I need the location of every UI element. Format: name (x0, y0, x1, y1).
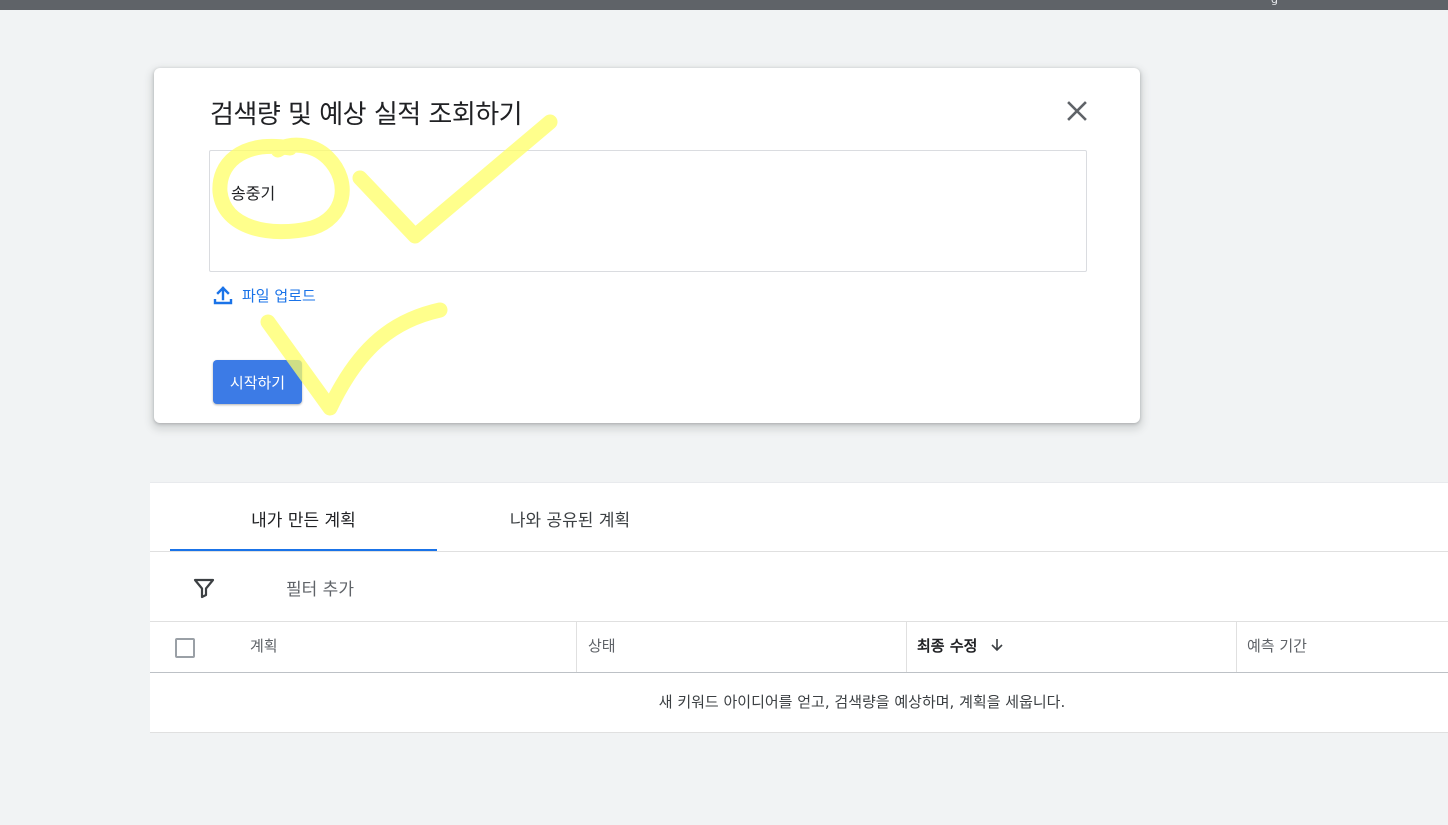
empty-table-message: 새 키워드 아이디어를 얻고, 검색량을 예상하며, 계획을 세웁니다. (658, 693, 1066, 711)
column-header-plan[interactable]: 계획 (250, 622, 278, 672)
add-filter-button[interactable]: 필터 추가 (286, 575, 354, 600)
column-header-status[interactable]: 상태 (588, 622, 616, 672)
column-separator (906, 622, 907, 672)
arrow-down-icon (991, 639, 1003, 652)
top-bar-text: g (1271, 0, 1278, 6)
select-all-checkbox[interactable] (175, 638, 195, 658)
column-separator (1236, 622, 1237, 672)
start-button[interactable]: 시작하기 (213, 360, 302, 404)
file-upload-label: 파일 업로드 (242, 286, 316, 305)
file-upload-link[interactable]: 파일 업로드 (212, 284, 316, 306)
upload-icon (213, 286, 233, 305)
keyword-input-value: 송중기 (231, 184, 276, 203)
filter-icon[interactable] (192, 576, 216, 600)
tab-my-plans[interactable]: 내가 만든 계획 (170, 483, 437, 551)
keyword-forecast-dialog: 검색량 및 예상 실적 조회하기 송중기 파일 업로드 시작하기 (154, 68, 1140, 423)
dialog-title: 검색량 및 예상 실적 조회하기 (210, 100, 523, 130)
column-header-forecast-period[interactable]: 예측 기간 (1247, 622, 1307, 672)
column-header-last-modified[interactable]: 최종 수정 (917, 622, 1005, 672)
close-icon (1067, 101, 1087, 121)
column-header-last-modified-label: 최종 수정 (917, 637, 978, 655)
tab-divider (150, 551, 1448, 552)
tab-shared-plans[interactable]: 나와 공유된 계획 (437, 483, 703, 551)
top-app-bar: g (0, 0, 1448, 10)
column-separator (576, 622, 577, 672)
plans-panel: 내가 만든 계획 나와 공유된 계획 필터 추가 계획 상태 최종 수정 예측 … (150, 482, 1448, 733)
keyword-input[interactable]: 송중기 (209, 150, 1087, 272)
close-button[interactable] (1062, 96, 1092, 126)
